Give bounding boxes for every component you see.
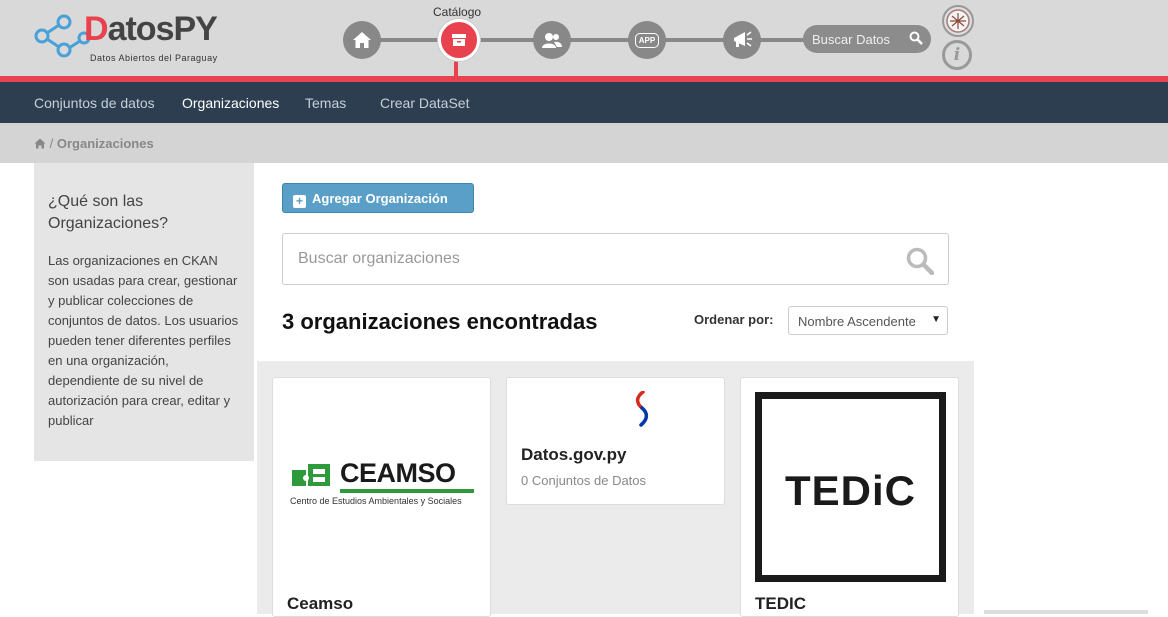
paraguay-flag-logo-icon bbox=[635, 391, 649, 427]
sort-select[interactable]: Nombre Ascendente ▼ bbox=[788, 306, 948, 335]
megaphone-step-button[interactable] bbox=[723, 21, 761, 59]
catalog-icon bbox=[452, 34, 466, 46]
ceamso-logo-text: CEAMSO bbox=[340, 458, 456, 488]
home-icon[interactable] bbox=[34, 138, 46, 149]
add-organization-button[interactable]: + Agregar Organización bbox=[282, 183, 474, 213]
breadcrumb: / Organizaciones bbox=[0, 123, 1168, 163]
ceamso-logo: CEAMSO Centro de Estudios Ambientales y … bbox=[290, 458, 478, 508]
dropdown-caret-icon: ▼ bbox=[931, 314, 941, 325]
horizontal-scrollbar[interactable] bbox=[984, 610, 1148, 614]
organization-card-tedic[interactable]: TEDiC TEDIC bbox=[740, 377, 959, 617]
dataset-count: 0 Conjuntos de Datos bbox=[521, 473, 647, 488]
home-icon bbox=[353, 32, 371, 48]
breadcrumb-current[interactable]: Organizaciones bbox=[57, 136, 154, 151]
tedic-logo: TEDiC bbox=[755, 392, 946, 582]
plus-icon: + bbox=[293, 195, 306, 208]
sidebar-title: ¿Qué son las Organizaciones? bbox=[48, 193, 169, 232]
ceamso-puzzle-icon bbox=[292, 464, 330, 486]
info-icon[interactable]: i bbox=[942, 40, 972, 70]
nav-item-themes[interactable]: Temas bbox=[305, 95, 346, 111]
active-step-caption: Catálogo bbox=[433, 5, 482, 19]
home-step-button[interactable] bbox=[343, 21, 381, 59]
sidebar-body: Las organizaciones en CKAN son usadas pa… bbox=[48, 253, 239, 428]
app-icon: APP bbox=[634, 32, 660, 48]
search-icon[interactable] bbox=[906, 247, 934, 275]
ceamso-subtitle: Centro de Estudios Ambientales y Sociale… bbox=[290, 496, 462, 506]
nav-item-create-dataset[interactable]: Crear DataSet bbox=[380, 95, 469, 111]
info-sidebar: ¿Qué son las Organizaciones? Las organiz… bbox=[34, 163, 254, 461]
organization-title[interactable]: TEDIC bbox=[755, 594, 806, 614]
megaphone-icon bbox=[734, 31, 752, 47]
sort-select-value: Nombre Ascendente bbox=[798, 314, 916, 329]
result-count: 3 organizaciones encontradas bbox=[282, 309, 598, 334]
organization-title[interactable]: Ceamso bbox=[287, 594, 353, 614]
organization-title[interactable]: Datos.gov.py bbox=[521, 445, 626, 465]
organization-search bbox=[282, 233, 949, 285]
catalog-step-button[interactable] bbox=[438, 19, 480, 61]
search-icon[interactable] bbox=[909, 31, 923, 45]
government-seal-icon[interactable] bbox=[942, 5, 974, 37]
breadcrumb-separator: / bbox=[49, 136, 54, 151]
logo-wordmark: DatosPY bbox=[84, 10, 218, 48]
nav-item-datasets[interactable]: Conjuntos de datos bbox=[34, 95, 155, 111]
sort-label: Ordenar por: bbox=[694, 312, 774, 327]
organization-card-datos-gov-py[interactable]: Datos.gov.py 0 Conjuntos de Datos bbox=[506, 377, 725, 505]
header-search-input[interactable]: Buscar Datos bbox=[803, 25, 931, 53]
users-icon bbox=[542, 33, 562, 48]
tedic-logo-text: TEDiC bbox=[785, 467, 916, 514]
organization-search-input[interactable] bbox=[283, 234, 883, 284]
ceamso-underline bbox=[340, 489, 474, 493]
active-step-stem bbox=[454, 58, 458, 80]
users-step-button[interactable] bbox=[533, 21, 571, 59]
nav-item-organizations[interactable]: Organizaciones bbox=[182, 95, 279, 111]
app-step-button[interactable]: APP bbox=[628, 21, 666, 59]
header-search-placeholder: Buscar Datos bbox=[812, 32, 891, 47]
main-nav: Conjuntos de datos Organizaciones Temas … bbox=[0, 82, 1168, 123]
add-organization-label: Agregar Organización bbox=[312, 191, 448, 206]
logo-tagline: Datos Abiertos del Paraguay bbox=[90, 53, 218, 63]
organization-card-ceamso[interactable]: CEAMSO Centro de Estudios Ambientales y … bbox=[272, 377, 491, 617]
